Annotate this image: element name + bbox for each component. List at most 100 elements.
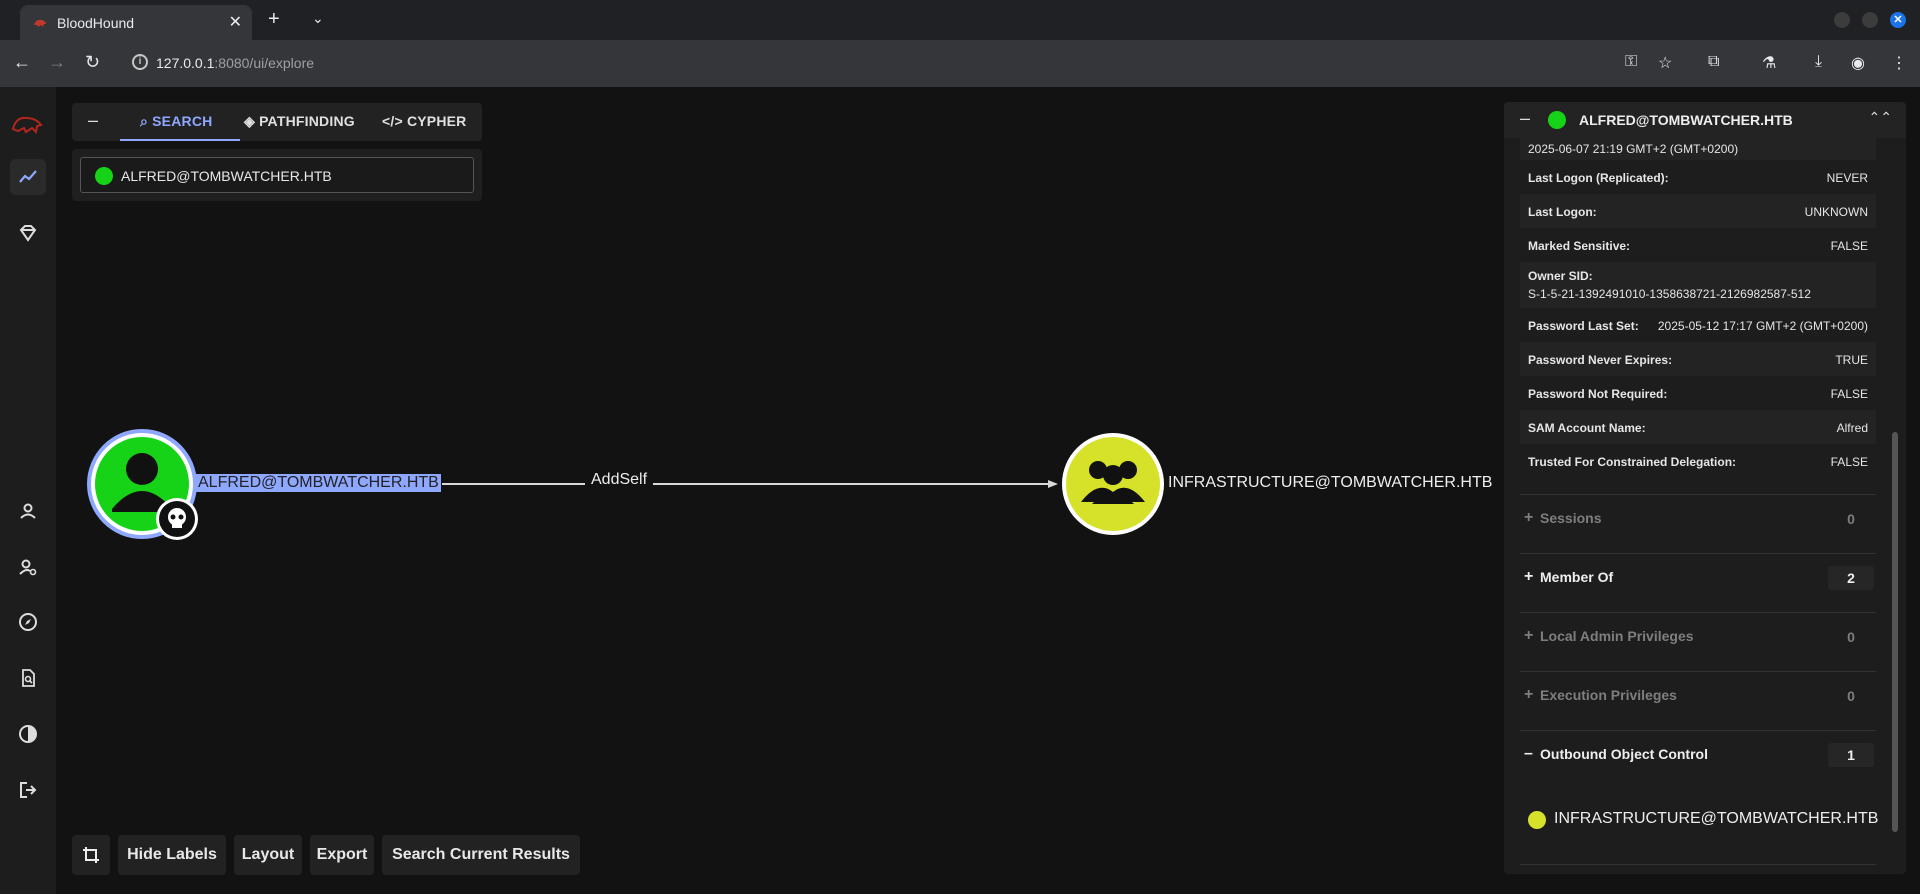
- property-row: Marked Sensitive: FALSE: [1520, 228, 1876, 262]
- search-current-results-button[interactable]: Search Current Results: [382, 835, 580, 875]
- search-mode-tabs: – ⌕ SEARCH ◈ PATHFINDING </> CYPHER: [72, 103, 482, 141]
- minimize-window-button[interactable]: [1834, 12, 1850, 28]
- group-icon: [1528, 811, 1546, 829]
- compass-icon[interactable]: [10, 604, 46, 640]
- user-icon[interactable]: [10, 493, 46, 529]
- bookmark-star-icon[interactable]: ☆: [1658, 53, 1672, 73]
- property-value: FALSE: [1830, 455, 1868, 469]
- section-member-of[interactable]: + Member Of 2: [1520, 553, 1876, 601]
- target-node-label[interactable]: INFRASTRUCTURE@TOMBWATCHER.HTB: [1168, 474, 1492, 492]
- user-node-icon: [95, 167, 113, 185]
- property-key: Password Never Expires:: [1528, 353, 1673, 367]
- reload-icon[interactable]: ↻: [85, 52, 100, 73]
- expand-icon: +: [1524, 509, 1534, 526]
- tab-pathfinding[interactable]: ◈ PATHFINDING: [244, 113, 355, 130]
- file-search-icon[interactable]: [10, 660, 46, 696]
- collapse-search-button[interactable]: –: [88, 110, 98, 131]
- section-outbound-object-control[interactable]: – Outbound Object Control 1: [1520, 730, 1876, 778]
- active-tab-indicator: [120, 139, 240, 141]
- property-value: FALSE: [1830, 239, 1868, 253]
- section-name: Member Of: [1540, 569, 1614, 585]
- address-bar[interactable]: i 127.0.0.1:8080/ui/explore: [126, 46, 1616, 80]
- crop-icon[interactable]: [72, 835, 110, 875]
- property-key: Last Logon:: [1528, 205, 1597, 219]
- search-value: ALFRED@TOMBWATCHER.HTB: [121, 168, 332, 184]
- browser-toolbar: ← → ↻ i 127.0.0.1:8080/ui/explore ⚿ ☆ ⧉ …: [0, 40, 1920, 87]
- password-key-icon[interactable]: ⚿: [1625, 53, 1637, 71]
- collapse-detail-button[interactable]: –: [1520, 108, 1530, 129]
- logout-icon[interactable]: [10, 772, 46, 808]
- property-value: TRUE: [1835, 353, 1868, 367]
- node-search-input[interactable]: ALFRED@TOMBWATCHER.HTB: [80, 157, 474, 193]
- property-key: Trusted For Constrained Delegation:: [1528, 455, 1737, 469]
- tab-close-icon[interactable]: ✕: [229, 12, 242, 32]
- tab-cypher[interactable]: </> CYPHER: [382, 113, 466, 129]
- back-icon[interactable]: ←: [13, 52, 31, 73]
- property-row: SAM Account Name: Alfred: [1520, 410, 1876, 444]
- section-name: Sessions: [1540, 510, 1602, 526]
- property-value: Alfred: [1836, 421, 1868, 435]
- property-key: Marked Sensitive:: [1528, 239, 1631, 253]
- browser-tab[interactable]: BloodHound ✕: [20, 5, 252, 40]
- code-icon: </>: [382, 113, 407, 129]
- property-key: Password Not Required:: [1528, 387, 1668, 401]
- export-button[interactable]: Export: [310, 835, 374, 875]
- bloodhound-app: ALFRED@TOMBWATCHER.HTB AddSelf INFRASTRU…: [0, 87, 1920, 894]
- expand-icon: +: [1524, 568, 1534, 585]
- property-key: Owner SID:: [1528, 269, 1593, 283]
- section-name: Execution Privileges: [1540, 687, 1677, 703]
- profile-icon[interactable]: ◉: [1851, 53, 1865, 73]
- downloads-icon[interactable]: ⤓: [1815, 53, 1822, 71]
- section-count: 0: [1847, 511, 1855, 527]
- detail-title: ALFRED@TOMBWATCHER.HTB: [1579, 112, 1793, 128]
- property-row: Last Logon: UNKNOWN: [1520, 194, 1876, 228]
- detail-header: – ALFRED@TOMBWATCHER.HTB ⌃⌃: [1504, 102, 1906, 138]
- search-icon: ⌕: [140, 113, 153, 129]
- section-execution-privileges[interactable]: + Execution Privileges 0: [1520, 671, 1876, 719]
- section-name: Outbound Object Control: [1540, 746, 1708, 762]
- bloodhound-favicon-icon: [34, 19, 46, 27]
- section-count: 0: [1847, 688, 1855, 704]
- property-key: SAM Account Name:: [1528, 421, 1646, 435]
- browser-chrome: BloodHound ✕ + ⌄ ✕ ← → ↻ i 127.0.0.1:808…: [0, 0, 1920, 87]
- edge-label[interactable]: AddSelf: [585, 471, 654, 489]
- user-settings-icon[interactable]: [10, 549, 46, 585]
- property-row: Owner SID: S-1-5-21-1392491010-135863872…: [1520, 262, 1876, 308]
- new-tab-button[interactable]: +: [268, 8, 280, 31]
- tab-pathfinding-label: PATHFINDING: [259, 113, 355, 129]
- bloodhound-logo-icon[interactable]: [10, 105, 46, 141]
- url-path: :8080/ui/explore: [214, 55, 315, 71]
- property-value: FALSE: [1830, 387, 1868, 401]
- property-value: S-1-5-21-1392491010-1358638721-212698258…: [1528, 287, 1811, 301]
- detail-scrollbar[interactable]: [1892, 432, 1898, 832]
- collapse-icon: –: [1524, 745, 1533, 762]
- site-info-icon[interactable]: i: [132, 54, 148, 70]
- tab-title: BloodHound: [57, 15, 135, 31]
- source-node-label[interactable]: ALFRED@TOMBWATCHER.HTB: [196, 474, 441, 492]
- gem-icon[interactable]: [10, 215, 46, 251]
- close-window-button[interactable]: ✕: [1890, 12, 1906, 28]
- property-row: Password Never Expires: TRUE: [1520, 342, 1876, 376]
- tab-search[interactable]: ⌕ SEARCH: [140, 113, 212, 130]
- layout-button[interactable]: Layout: [234, 835, 302, 875]
- chevrons-up-icon[interactable]: ⌃⌃: [1869, 109, 1892, 126]
- property-value: UNKNOWN: [1804, 205, 1868, 219]
- theme-toggle-icon[interactable]: [10, 716, 46, 752]
- expand-icon: +: [1524, 627, 1534, 644]
- extensions-icon[interactable]: ⧉: [1708, 53, 1719, 71]
- section-local-admin-privileges[interactable]: + Local Admin Privileges 0: [1520, 612, 1876, 660]
- labs-flask-icon[interactable]: ⚗: [1762, 53, 1776, 73]
- menu-icon[interactable]: ⋮: [1891, 53, 1907, 73]
- tab-search-label: SEARCH: [152, 113, 213, 129]
- tab-search-button[interactable]: ⌄: [312, 10, 324, 27]
- explore-trend-icon[interactable]: [10, 159, 46, 195]
- outbound-object-label: INFRASTRUCTURE@TOMBWATCHER.HTB: [1554, 810, 1879, 827]
- maximize-window-button[interactable]: [1862, 12, 1878, 28]
- url-host: 127.0.0.1: [156, 55, 215, 71]
- section-sessions[interactable]: + Sessions 0: [1520, 494, 1876, 542]
- hide-labels-button[interactable]: Hide Labels: [118, 835, 226, 875]
- forward-icon[interactable]: →: [48, 52, 66, 73]
- property-row: Password Not Required: FALSE: [1520, 376, 1876, 410]
- explore-search-panel: – ⌕ SEARCH ◈ PATHFINDING </> CYPHER ALFR…: [72, 103, 482, 227]
- detail-scroll-area[interactable]: 2025-06-07 21:19 GMT+2 (GMT+0200) Last L…: [1520, 138, 1879, 874]
